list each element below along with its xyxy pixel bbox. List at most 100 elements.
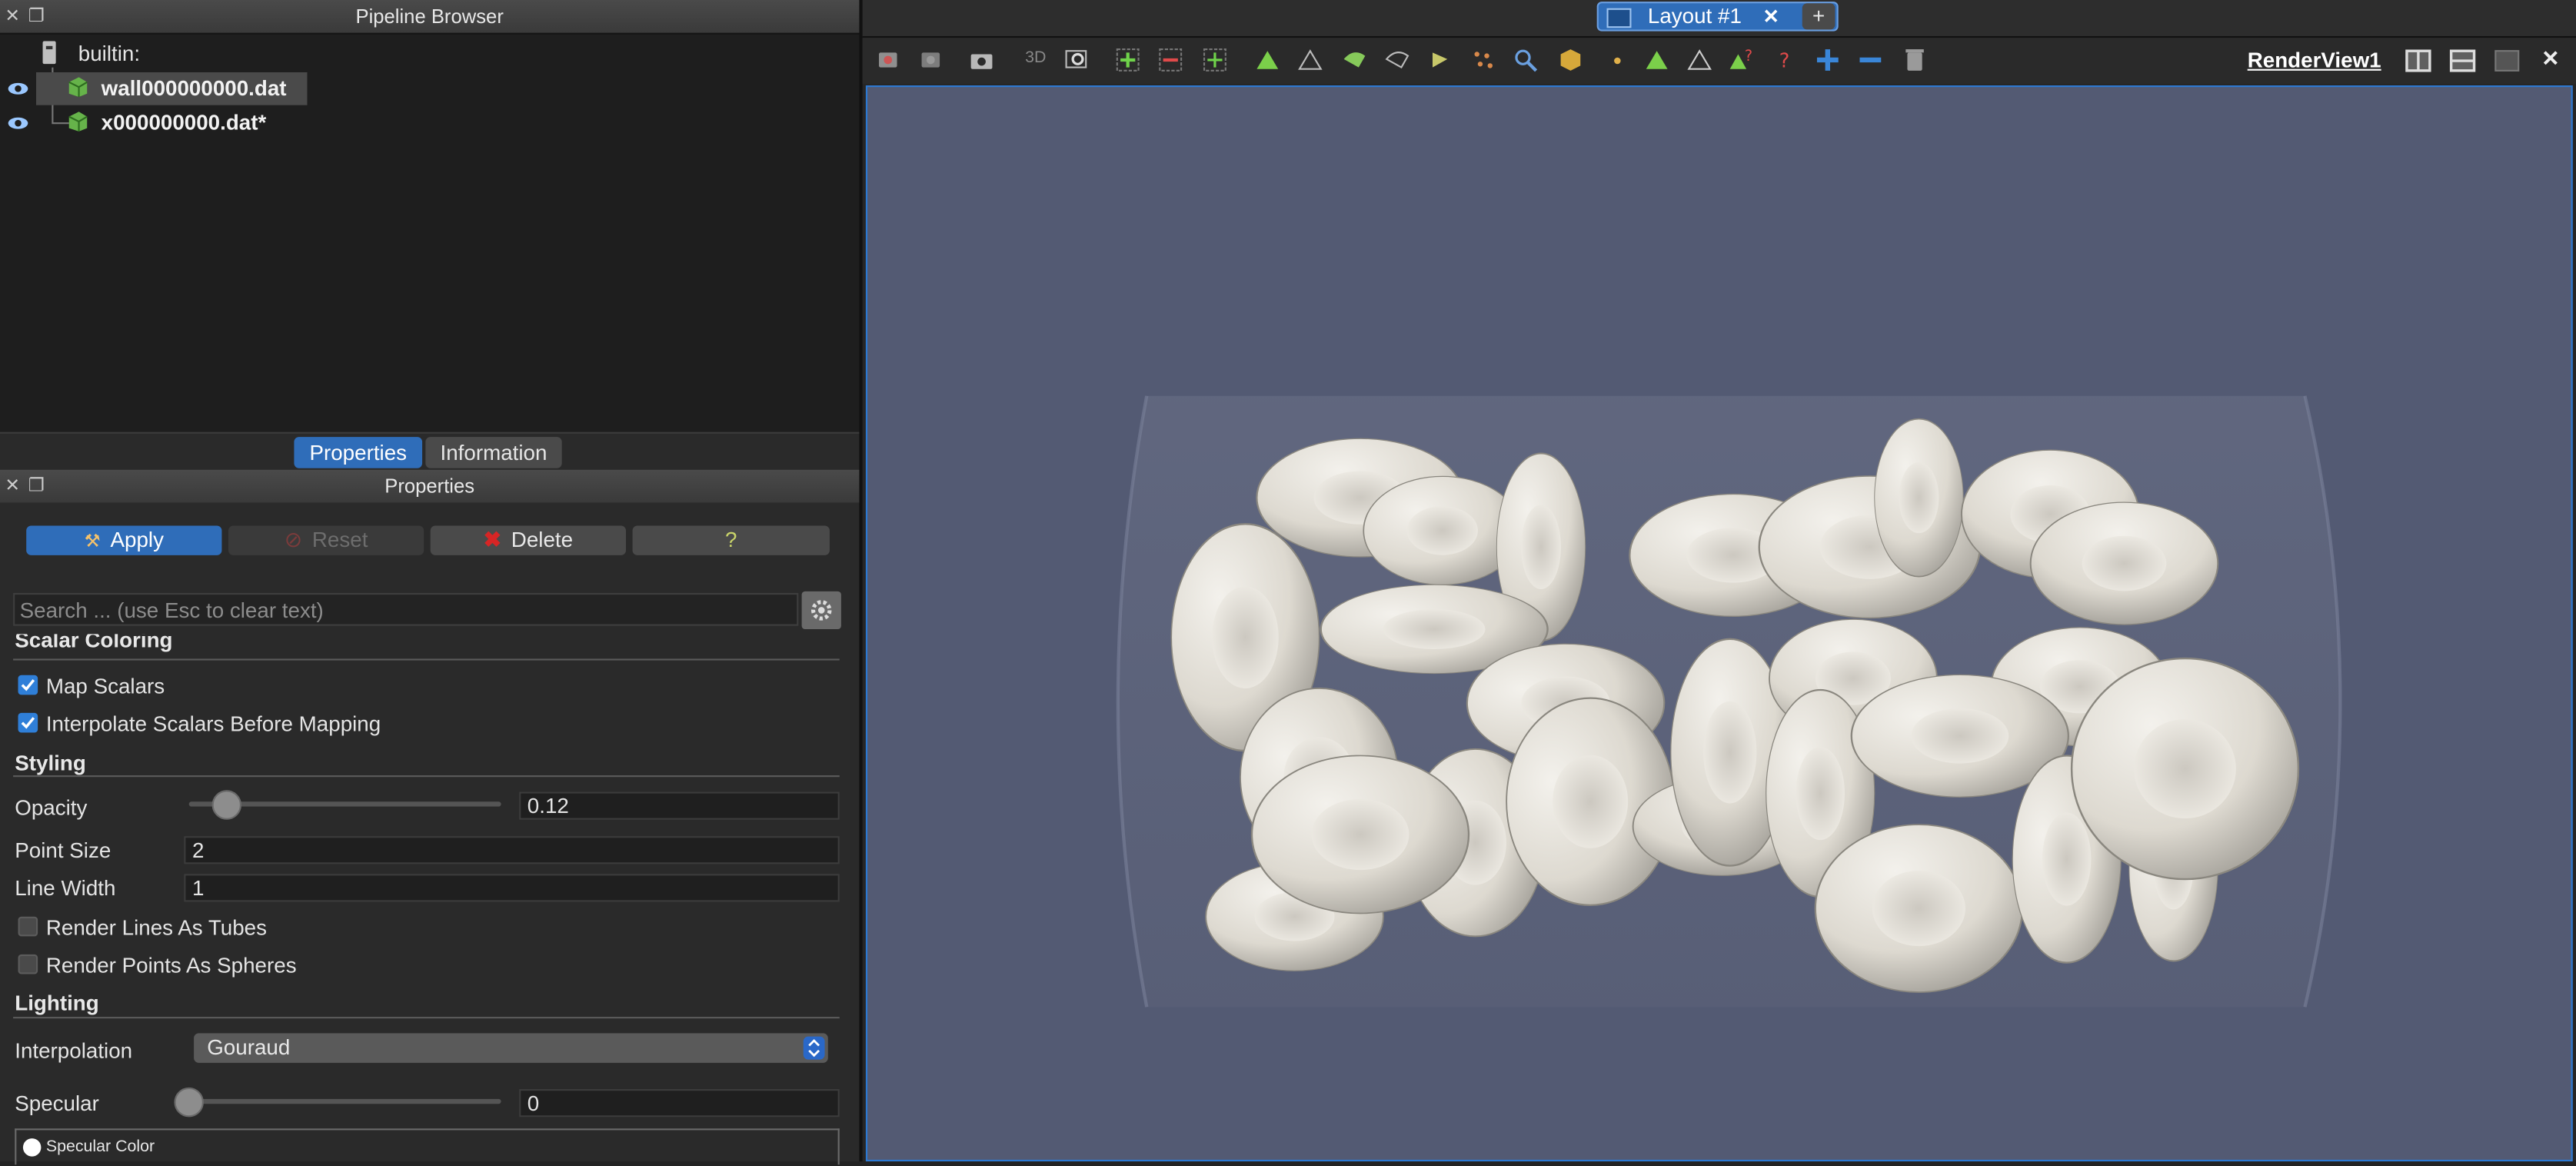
- close-tab-icon[interactable]: ✕: [1762, 3, 1779, 29]
- render-scene: [1116, 395, 2342, 1008]
- query-cells-icon[interactable]: ?: [1771, 46, 1799, 74]
- point-size-label: Point Size: [15, 838, 111, 863]
- render-view-3d[interactable]: [865, 85, 2573, 1161]
- specular-color-button[interactable]: Specular Color: [15, 1128, 840, 1165]
- select-polygon-points-icon[interactable]: [1383, 46, 1411, 74]
- opacity-field[interactable]: 0.12: [519, 791, 840, 820]
- section-lighting: Lighting: [15, 990, 99, 1015]
- reset-icon: ⊘: [284, 527, 303, 552]
- close-icon[interactable]: ✕: [5, 470, 20, 503]
- apply-icon: ⚒: [84, 531, 101, 552]
- select-polygon-icon[interactable]: [1340, 46, 1368, 74]
- query-points-icon[interactable]: ?: [1726, 46, 1754, 74]
- interpolation-label: Interpolation: [15, 1038, 133, 1063]
- layout-icon: [1606, 8, 1632, 28]
- svg-text:?: ?: [1745, 47, 1752, 65]
- reset-camera-closest-icon[interactable]: [917, 46, 944, 74]
- tab-properties[interactable]: Properties: [294, 437, 423, 468]
- delete-x-icon: ✖: [483, 527, 501, 552]
- select-cells-minus-icon[interactable]: [1157, 46, 1184, 74]
- pipeline-item-label: x000000000.dat*: [101, 110, 267, 135]
- add-layout-tab-button[interactable]: +: [1802, 3, 1835, 30]
- advanced-settings-button[interactable]: [801, 591, 841, 630]
- section-styling: Styling: [15, 751, 86, 776]
- toggle-3d-button[interactable]: 3D: [1025, 49, 1046, 67]
- panel-tabs: Properties Information: [0, 431, 860, 474]
- interactive-select-icon[interactable]: [1426, 46, 1453, 74]
- apply-button[interactable]: ⚒ Apply: [26, 525, 222, 555]
- map-scalars-checkbox[interactable]: [18, 675, 38, 695]
- section-scalar-coloring: Scalar Coloring: [15, 634, 173, 652]
- interpolate-scalars-checkbox[interactable]: [18, 712, 38, 733]
- gear-icon: [810, 600, 832, 621]
- interpolate-scalars-label: Interpolate Scalars Before Mapping: [45, 711, 381, 736]
- render-area: Layout #1 ✕ + 3D ? ? RenderView1 ✕: [862, 0, 2576, 1161]
- render-view-toolbar: 3D ? ? RenderView1 ✕: [862, 38, 2576, 84]
- pipeline-item-label: wall000000000.dat: [101, 75, 287, 101]
- opacity-label: Opacity: [15, 795, 88, 820]
- zoom-to-box-icon[interactable]: [1063, 46, 1090, 74]
- render-lines-as-tubes-checkbox[interactable]: [18, 916, 38, 937]
- map-scalars-label: Map Scalars: [45, 673, 165, 698]
- subtract-selection-icon[interactable]: [1856, 46, 1884, 74]
- grow-selection-icon[interactable]: [1201, 46, 1229, 74]
- delete-button[interactable]: ✖ Delete: [430, 525, 626, 555]
- left-dock: ✕ ❐ Pipeline Browser builtin: wall000000…: [0, 0, 863, 1165]
- camera-icon[interactable]: [967, 46, 995, 74]
- pipeline-browser-title: Pipeline Browser: [355, 5, 504, 28]
- tab-information[interactable]: Information: [425, 437, 562, 468]
- line-width-label: Line Width: [15, 875, 116, 901]
- render-points-as-spheres-checkbox[interactable]: [18, 954, 38, 974]
- apply-label: Apply: [110, 527, 165, 552]
- opacity-slider-knob[interactable]: [211, 790, 241, 820]
- pipeline-item-wall[interactable]: wall000000000.dat: [36, 72, 308, 105]
- add-selection-icon[interactable]: [1814, 46, 1842, 74]
- reset-camera-icon[interactable]: [874, 46, 902, 74]
- close-icon[interactable]: ✕: [5, 0, 20, 33]
- search-input[interactable]: Search ... (use Esc to clear text): [13, 593, 799, 626]
- clear-selection-trash-icon[interactable]: [1901, 46, 1929, 74]
- render-lines-as-tubes-label: Render Lines As Tubes: [45, 914, 268, 940]
- pipeline-item-x[interactable]: x000000000.dat*: [65, 107, 266, 140]
- split-vertical-icon[interactable]: [2446, 45, 2479, 78]
- color-swatch-icon: [22, 1138, 42, 1157]
- close-view-icon[interactable]: ✕: [2541, 46, 2559, 72]
- render-points-as-spheres-label: Render Points As Spheres: [45, 952, 297, 978]
- properties-titlebar-wrap: ✕ ❐ Properties: [0, 469, 860, 505]
- properties-title: Properties: [384, 475, 475, 498]
- interpolation-select[interactable]: Gouraud: [194, 1033, 828, 1063]
- pipeline-item-builtin[interactable]: builtin:: [39, 38, 140, 71]
- find-data-icon[interactable]: [1512, 46, 1539, 74]
- svg-text:?: ?: [1779, 50, 1790, 73]
- visibility-eye-icon[interactable]: [7, 72, 30, 105]
- reset-button[interactable]: ⊘ Reset: [228, 525, 424, 555]
- maximize-view-icon[interactable]: [2491, 45, 2524, 78]
- line-width-field[interactable]: 1: [184, 874, 840, 902]
- reset-label: Reset: [311, 527, 368, 552]
- specular-slider-knob[interactable]: [174, 1087, 204, 1118]
- hover-cells-icon[interactable]: [1556, 46, 1583, 74]
- help-button[interactable]: ?: [632, 525, 830, 555]
- specular-color-label: Specular Color: [45, 1138, 155, 1157]
- split-horizontal-icon[interactable]: [2402, 45, 2435, 78]
- select-cells-plus-icon[interactable]: [1114, 46, 1142, 74]
- divider: [13, 775, 840, 778]
- hover-points-icon[interactable]: [1603, 46, 1631, 74]
- float-icon[interactable]: ❐: [28, 470, 45, 503]
- select-blocks-icon[interactable]: [1469, 46, 1496, 74]
- specular-field[interactable]: 0: [519, 1089, 840, 1118]
- properties-panel: ⚒ Apply ⊘ Reset ✖ Delete ? Search ... (use …: [0, 502, 860, 1165]
- visibility-eye-icon[interactable]: [7, 107, 30, 140]
- divider: [13, 1017, 840, 1019]
- specular-slider-track[interactable]: [188, 1098, 501, 1104]
- select-points-through-icon[interactable]: [1296, 46, 1324, 74]
- pipeline-item-label: builtin:: [78, 41, 141, 66]
- float-icon[interactable]: ❐: [28, 0, 45, 33]
- point-size-field[interactable]: 2: [184, 836, 840, 865]
- select-points-on-icon[interactable]: [1253, 46, 1281, 74]
- pick-point-icon[interactable]: [1642, 46, 1670, 74]
- render-view-title[interactable]: RenderView1: [2248, 48, 2381, 72]
- dataset-cube-icon: [68, 112, 88, 132]
- pick-cell-icon[interactable]: [1686, 46, 1713, 74]
- layout-tabbar: Layout #1 ✕ +: [862, 0, 2576, 38]
